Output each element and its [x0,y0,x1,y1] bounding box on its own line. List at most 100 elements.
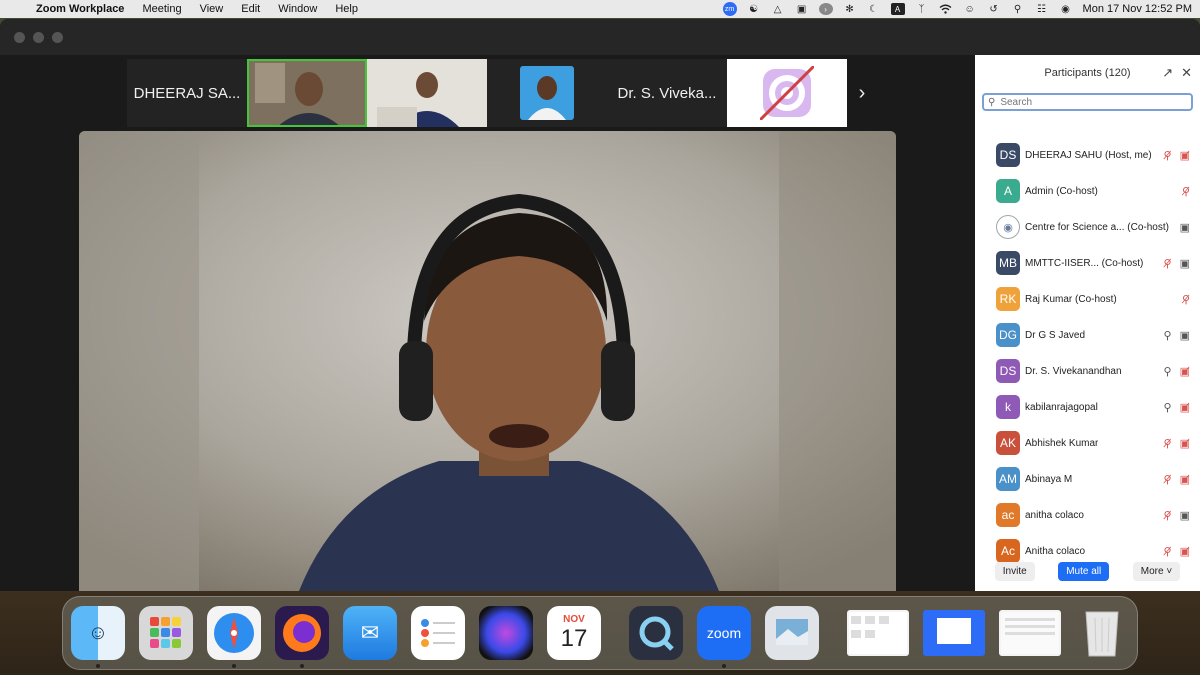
strip-tile-active-speaker[interactable] [247,59,367,127]
zoom-app-icon[interactable]: zoom [697,606,751,668]
video-icon[interactable]: ▣ [1180,509,1190,522]
trash-icon[interactable] [1075,606,1129,660]
strip-tile-presenter[interactable] [367,59,487,127]
strip-tile-dheeraj[interactable]: DHEERAJ SA... [127,59,247,127]
menu-app-name[interactable]: Zoom Workplace [36,3,124,15]
user-icon[interactable]: ☺ [963,3,977,15]
menu-window[interactable]: Window [278,3,317,15]
more-button[interactable]: More ˅ [1132,561,1181,581]
participant-strip: DHEERAJ SA... Dr. S. Viveka... [127,59,847,127]
zoom-tray-icon[interactable]: zm [722,2,737,16]
mic-muted-icon[interactable]: ⚲̸ [1182,293,1190,306]
mic-icon[interactable]: ⚲ [1164,401,1172,414]
participant-status-icons: ⚲ ▣̸ [1164,401,1190,414]
participant-row[interactable]: A Admin (Co-host) ⚲̸ [975,173,1200,209]
minimized-window-zoom[interactable] [923,610,985,656]
mic-muted-icon[interactable]: ⚲̸ [1164,509,1172,522]
participant-row[interactable]: MB MMTTC-IISER... (Co-host) ⚲̸ ▣ [975,245,1200,281]
creative-cloud-icon[interactable]: ☯ [747,3,761,15]
siri-icon[interactable]: ◉ [1059,3,1073,15]
wifi-icon[interactable] [939,3,953,15]
reminders-icon[interactable] [411,606,465,660]
participant-row[interactable]: ac anitha colaco ⚲̸ ▣ [975,497,1200,533]
strip-tile-label: DHEERAJ SA... [133,84,241,102]
participant-row[interactable]: AM Abinaya M ⚲̸ ▣̸ [975,461,1200,497]
mute-all-button[interactable]: Mute all [1058,561,1110,581]
safari-icon[interactable] [207,606,261,668]
drive-icon[interactable]: △ [771,3,785,15]
siri-app-icon[interactable] [479,606,533,660]
minimized-window-finder[interactable] [847,610,909,656]
video-off-icon[interactable]: ▣̸ [1180,365,1190,378]
strip-tile-profile-photo[interactable] [487,59,607,127]
menu-edit[interactable]: Edit [241,3,260,15]
close-icon[interactable]: ✕ [1181,65,1192,81]
participant-status-icons: ⚲̸ ▣̸ [1164,149,1190,162]
minimized-window-firefox[interactable] [999,610,1061,656]
time-machine-icon[interactable]: ↺ [987,3,1001,15]
firefox-icon[interactable] [275,606,329,668]
search-icon[interactable]: ⚲ [1011,3,1025,15]
control-center-icon[interactable]: ☷ [1035,3,1049,15]
next-page-arrow-icon[interactable]: › [852,79,872,107]
launchpad-icon[interactable] [139,606,193,660]
participant-row[interactable]: AK Abhishek Kumar ⚲̸ ▣̸ [975,425,1200,461]
vpn-icon[interactable]: ▣ [795,3,809,15]
participant-name: Centre for Science a... (Co-host) [1025,221,1169,233]
strip-tile-video-off[interactable] [727,59,847,127]
search-input[interactable] [1000,96,1171,108]
minimize-window-button[interactable] [33,31,44,43]
video-icon[interactable]: ▣ [1180,221,1190,234]
camera-off-icon [760,66,814,120]
participant-row[interactable]: k kabilanrajagopal ⚲ ▣̸ [975,389,1200,425]
participant-row[interactable]: RK Raj Kumar (Co-host) ⚲̸ [975,281,1200,317]
participants-footer: Invite Mute all More ˅ [975,551,1200,591]
avatar: DS [996,143,1020,167]
menu-meeting[interactable]: Meeting [142,3,181,15]
main-speaker-video[interactable] [79,131,896,591]
mic-icon[interactable]: ⚲ [1164,329,1172,342]
video-off-icon[interactable]: ▣̸ [1180,437,1190,450]
quicktime-icon[interactable] [629,606,683,660]
participant-row[interactable]: ◉ Centre for Science a... (Co-host) ▣ [975,209,1200,245]
forward-icon[interactable]: › [818,3,833,15]
mail-icon[interactable]: ✉ [343,606,397,660]
participants-search[interactable]: ⚲ [982,93,1193,111]
bluetooth-icon[interactable]: ᛉ [915,3,929,15]
finder-icon[interactable]: ☺ [71,606,125,668]
invite-button[interactable]: Invite [994,561,1035,581]
video-off-icon[interactable]: ▣̸ [1180,149,1190,162]
menu-view[interactable]: View [200,3,224,15]
mic-icon[interactable]: ⚲ [1164,365,1172,378]
moon-icon[interactable]: ☾ [867,3,881,15]
participants-title: Participants (120) [1044,67,1131,79]
dock: ☺ ✉ NOV 17 zoom [62,596,1138,670]
video-icon[interactable]: ▣ [1180,329,1190,342]
avatar: AM [996,467,1020,491]
video-off-icon[interactable]: ▣̸ [1180,473,1190,486]
mic-muted-icon[interactable]: ⚲̸ [1164,149,1172,162]
input-source-icon[interactable]: A [890,3,905,15]
avatar: AK [996,431,1020,455]
strip-tile-vivekanandhan[interactable]: Dr. S. Viveka... [607,59,727,127]
mic-muted-icon[interactable]: ⚲̸ [1182,185,1190,198]
menu-help[interactable]: Help [335,3,358,15]
calendar-icon[interactable]: NOV 17 [547,606,601,660]
video-off-icon[interactable]: ▣̸ [1180,401,1190,414]
mic-muted-icon[interactable]: ⚲̸ [1164,257,1172,270]
close-window-button[interactable] [14,31,25,43]
video-icon[interactable]: ▣ [1180,257,1190,270]
participant-row[interactable]: DS Dr. S. Vivekanandhan ⚲ ▣̸ [975,353,1200,389]
participant-list: DS DHEERAJ SAHU (Host, me) ⚲̸ ▣̸ A Admin (Co-… [975,137,1200,569]
chatgpt-icon[interactable]: ✻ [843,3,857,15]
participant-row[interactable]: DG Dr G S Javed ⚲ ▣ [975,317,1200,353]
preview-icon[interactable] [765,606,819,660]
mic-muted-icon[interactable]: ⚲̸ [1164,473,1172,486]
pop-out-icon[interactable]: ↗ [1162,65,1173,81]
participant-row[interactable]: DS DHEERAJ SAHU (Host, me) ⚲̸ ▣̸ [975,137,1200,173]
clock[interactable]: Mon 17 Nov 12:52 PM [1083,3,1192,15]
zoom-dock-label: zoom [706,625,742,641]
zoom-window-button[interactable] [52,31,63,43]
status-tray: zm ☯ △ ▣ › ✻ ☾ A ᛉ ☺ ↺ ⚲ ☷ ◉ Mon 17 Nov … [722,2,1192,16]
mic-muted-icon[interactable]: ⚲̸ [1164,437,1172,450]
